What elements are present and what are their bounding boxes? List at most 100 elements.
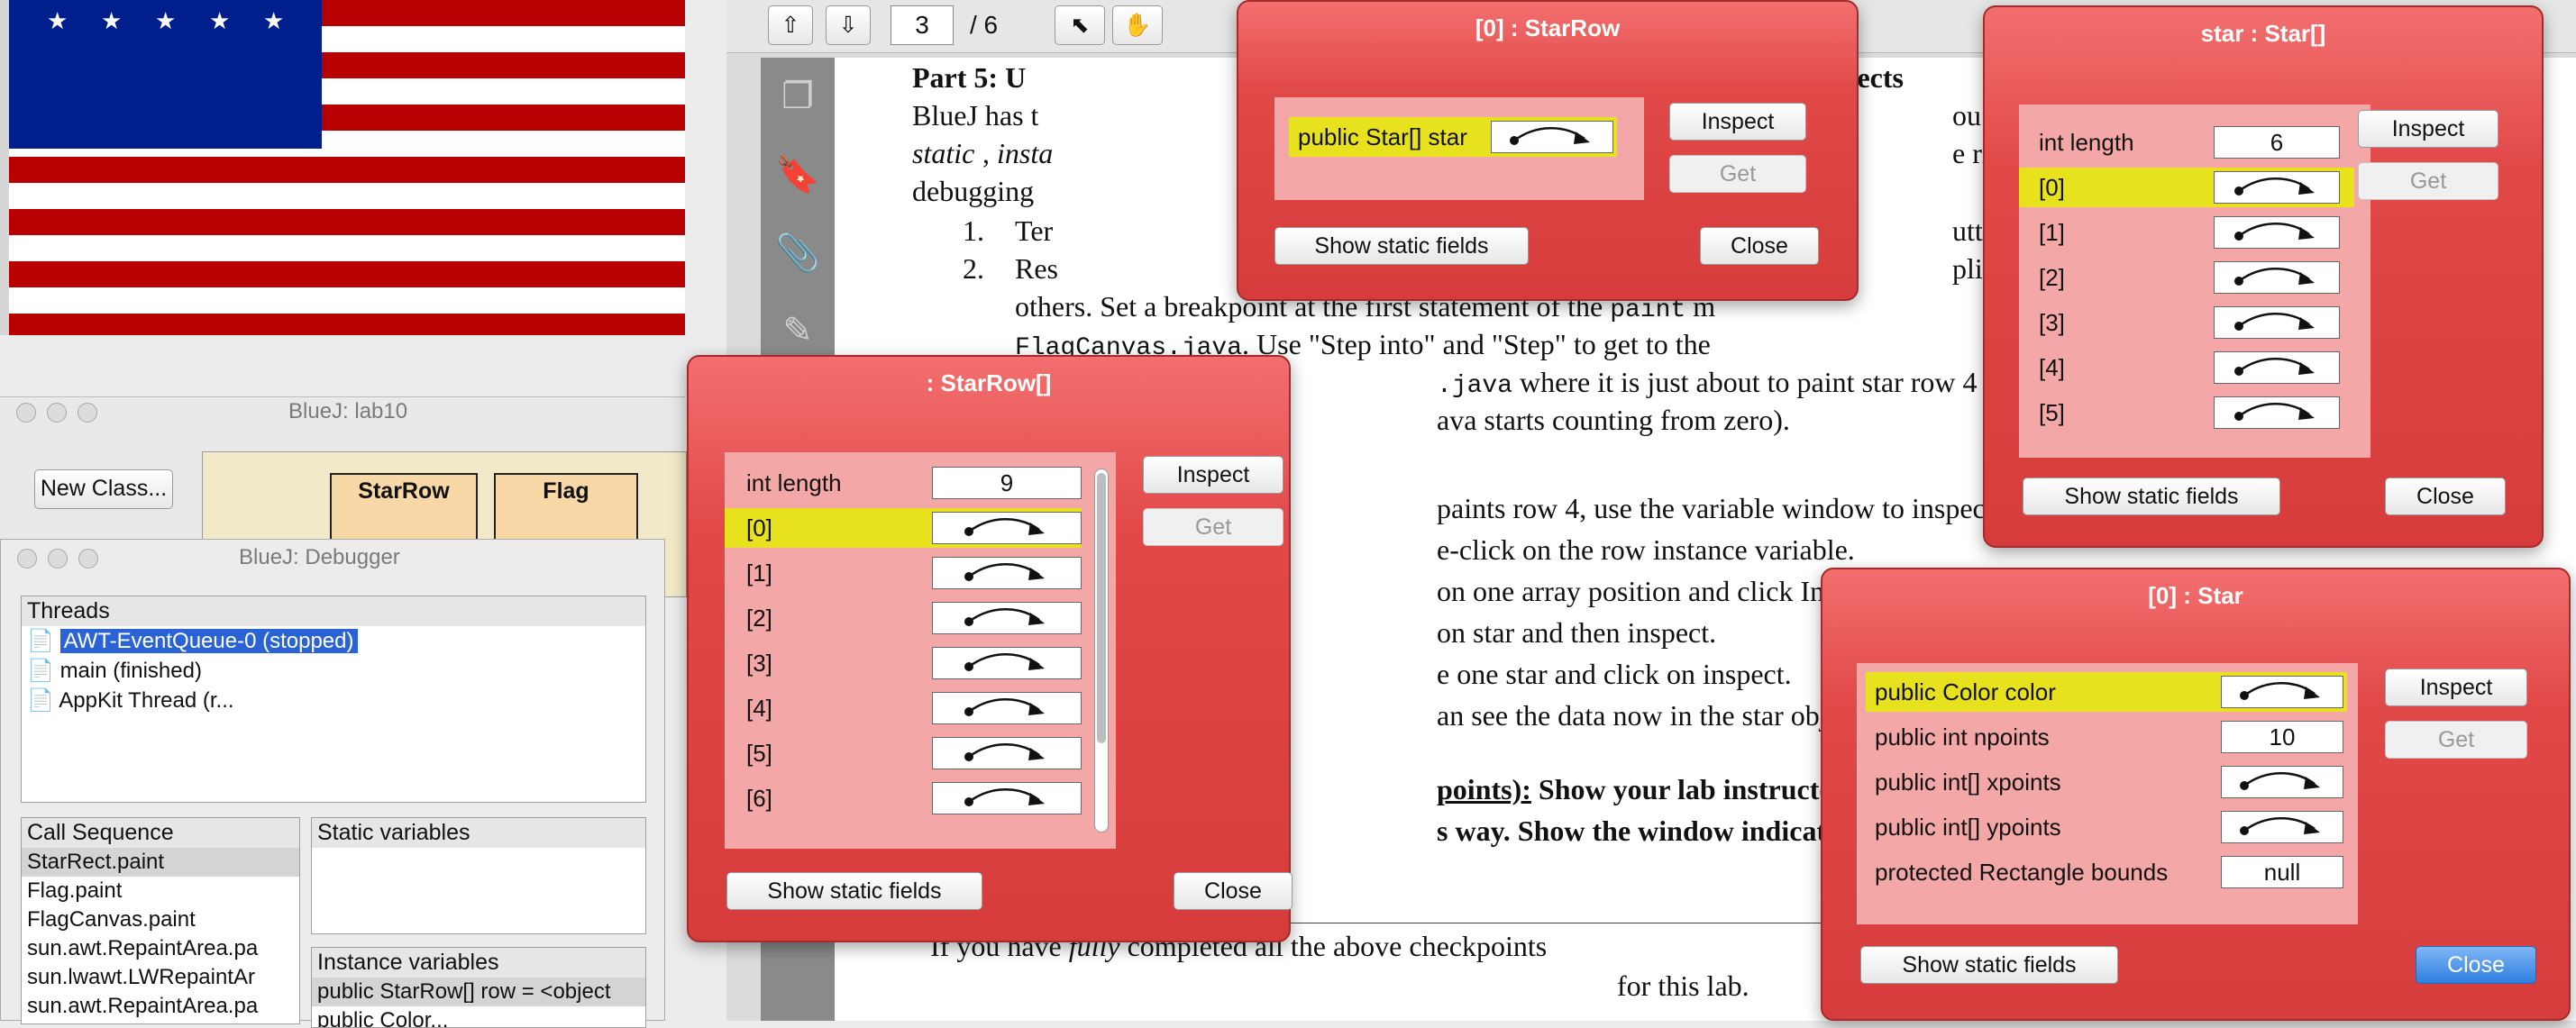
array-slot[interactable]: [4] [2019, 348, 2354, 387]
class-starrow[interactable]: StarRow [330, 473, 478, 547]
reference-value[interactable] [932, 647, 1082, 679]
field-row[interactable]: public Color color [1866, 672, 2347, 712]
threads-panel: Threads 📄 AWT-EventQueue-0 (stopped) 📄 m… [21, 596, 646, 803]
array-slot[interactable]: [2] [725, 598, 1082, 638]
class-flag[interactable]: Flag [494, 473, 638, 547]
call-item[interactable]: StarRect.paint [22, 848, 299, 877]
scrollbar-thumb[interactable] [1097, 473, 1106, 743]
close-button[interactable]: Close [2385, 478, 2506, 515]
call-item[interactable]: FlagCanvas.paint [22, 905, 299, 934]
reference-value[interactable] [932, 512, 1082, 544]
page-number-input[interactable]: 3 [891, 5, 954, 45]
reference-value[interactable] [2214, 216, 2340, 249]
thread-item[interactable]: 📄 main (finished) [22, 656, 645, 686]
get-button[interactable]: Get [1143, 508, 1283, 546]
array-slot[interactable]: [2] [2019, 258, 2354, 297]
get-button[interactable]: Get [2358, 162, 2498, 200]
next-page-button[interactable]: ⇩ [826, 5, 871, 45]
array-slot[interactable]: [6] [725, 778, 1082, 818]
array-slot[interactable]: [1] [2019, 213, 2354, 252]
inspect-button[interactable]: Inspect [1669, 103, 1806, 141]
reference-value[interactable] [2221, 766, 2343, 798]
call-item[interactable]: sun.awt.RepaintArea.pa [22, 992, 299, 1021]
close-button[interactable]: Close [1174, 872, 1293, 910]
object-reference-icon [1509, 126, 1595, 148]
slot-index: [3] [746, 650, 772, 677]
object-reference-icon [964, 697, 1050, 719]
new-class-button[interactable]: New Class... [34, 469, 173, 509]
show-static-fields-button[interactable]: Show static fields [2023, 478, 2280, 515]
reference-value[interactable] [2221, 676, 2343, 708]
call-item[interactable]: sun.lwawt.LWRepaintAr [22, 963, 299, 992]
field-row[interactable]: public int[] xpoints [1866, 762, 2347, 802]
show-static-fields-button[interactable]: Show static fields [1860, 946, 2118, 984]
slot-index: [1] [746, 559, 772, 587]
instance-var-item[interactable]: public Color... [312, 1006, 645, 1027]
select-tool-icon[interactable]: ⬉ [1055, 5, 1105, 45]
flag-stripe [9, 183, 685, 209]
body-text: insta [997, 137, 1054, 169]
reference-value[interactable] [2221, 811, 2343, 843]
show-static-fields-button[interactable]: Show static fields [726, 872, 982, 910]
signature-icon[interactable]: ✎ [761, 310, 835, 351]
array-slot[interactable]: [1] [725, 553, 1082, 593]
close-button[interactable]: Close [2416, 946, 2536, 984]
inspect-button[interactable]: Inspect [2358, 110, 2498, 148]
minimize-window-icon[interactable] [47, 403, 67, 423]
close-window-icon[interactable] [17, 549, 37, 569]
body-text: , [982, 137, 990, 169]
field-row[interactable]: int length 9 [725, 463, 1082, 503]
zoom-window-icon[interactable] [78, 403, 97, 423]
zoom-window-icon[interactable] [78, 549, 98, 569]
field-row[interactable]: public int npoints 10 [1866, 717, 2347, 757]
slot-index: [0] [2039, 174, 2065, 201]
get-button[interactable]: Get [2385, 721, 2527, 759]
reference-value[interactable] [932, 692, 1082, 724]
field-row[interactable]: protected Rectangle bounds null [1866, 852, 2347, 892]
scrollbar[interactable] [1094, 469, 1109, 832]
reference-value[interactable] [932, 602, 1082, 634]
reference-value[interactable] [932, 557, 1082, 589]
reference-value[interactable] [2214, 171, 2340, 204]
bookmark-icon[interactable]: 🔖 [761, 153, 835, 196]
reference-value[interactable] [1491, 121, 1613, 153]
star-icon: ★ [209, 7, 231, 34]
pages-icon[interactable]: ❐ [761, 76, 835, 117]
get-button[interactable]: Get [1669, 155, 1806, 193]
length-value: 6 [2214, 126, 2340, 159]
reference-value[interactable] [932, 782, 1082, 814]
inspect-button[interactable]: Inspect [2385, 669, 2527, 706]
hand-tool-icon[interactable]: ✋ [1112, 5, 1163, 45]
reference-value[interactable] [2214, 261, 2340, 294]
array-slot[interactable]: [5] [2019, 393, 2354, 432]
reference-value[interactable] [2214, 306, 2340, 339]
reference-value[interactable] [2214, 396, 2340, 429]
array-slot[interactable]: [4] [725, 688, 1082, 728]
call-item[interactable]: sun.awt.RepaintArea.pa [22, 934, 299, 963]
show-static-fields-button[interactable]: Show static fields [1274, 227, 1529, 265]
field-row[interactable]: public int[] ypoints [1866, 807, 2347, 847]
reference-value[interactable] [2214, 351, 2340, 384]
static-variables-header: Static variables [312, 818, 645, 848]
minimize-window-icon[interactable] [48, 549, 68, 569]
body-text: .java where it is just about to paint st… [1437, 366, 2002, 400]
prev-page-button[interactable]: ⇧ [768, 5, 813, 45]
reference-value[interactable] [932, 737, 1082, 769]
field-row[interactable]: public Star[] star [1289, 117, 1617, 157]
starrow-array-inspector-window: : StarRow[] int length 9 [0] [1] [2] [3]… [687, 355, 1293, 942]
array-slot[interactable]: [3] [725, 643, 1082, 683]
call-item[interactable]: Flag.paint [22, 877, 299, 905]
thread-item[interactable]: 📄 AppKit Thread (r... [22, 686, 645, 715]
close-button[interactable]: Close [1700, 227, 1819, 265]
object-reference-icon [2233, 267, 2320, 288]
array-slot[interactable]: [0] [725, 508, 1082, 548]
array-slot[interactable]: [5] [725, 733, 1082, 773]
thread-item[interactable]: 📄 AWT-EventQueue-0 (stopped) [22, 626, 645, 656]
inspect-button[interactable]: Inspect [1143, 456, 1283, 494]
instance-var-item[interactable]: public StarRow[] row = <object [312, 978, 645, 1006]
array-slot[interactable]: [0] [2019, 168, 2354, 207]
array-slot[interactable]: [3] [2019, 303, 2354, 342]
field-row[interactable]: int length 6 [2019, 123, 2354, 162]
attachment-icon[interactable]: 📎 [761, 232, 835, 274]
close-window-icon[interactable] [16, 403, 36, 423]
